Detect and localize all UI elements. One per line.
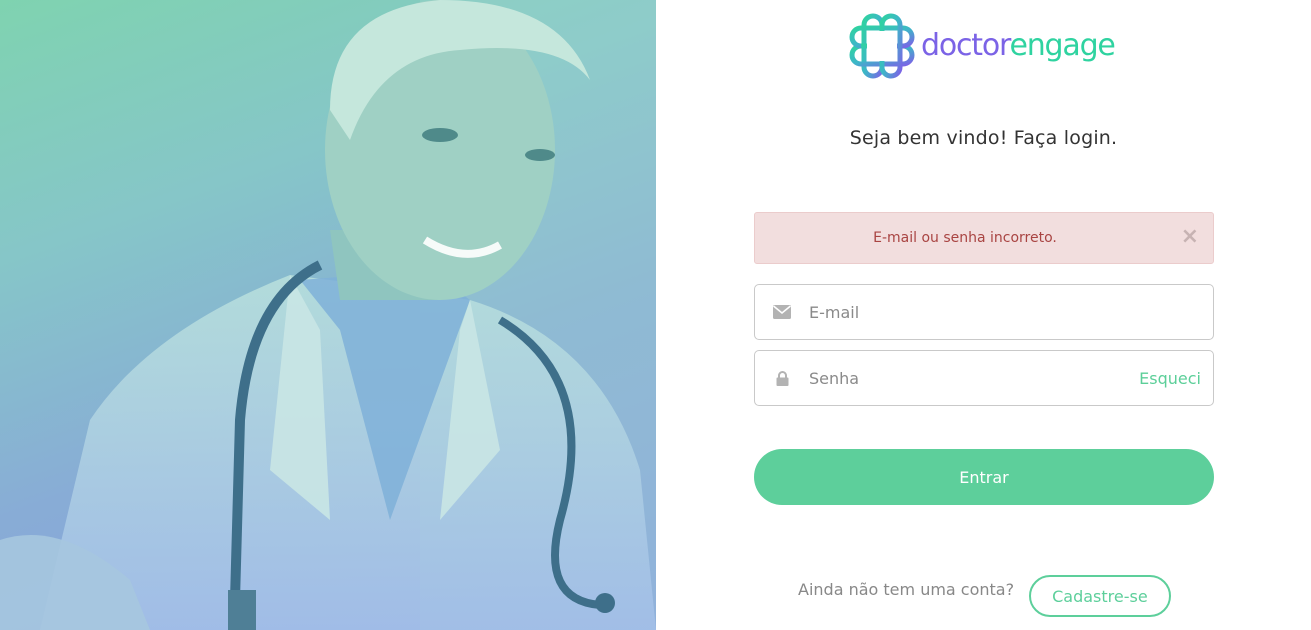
logo-word-engage: engage: [1009, 27, 1115, 63]
signup-question: Ainda não tem uma conta?: [798, 579, 1015, 599]
logo-wordmark: doctorengage: [921, 27, 1116, 63]
lock-icon: [755, 370, 809, 386]
error-alert: E-mail ou senha incorreto. ×: [754, 212, 1214, 264]
error-message: E-mail ou senha incorreto.: [873, 230, 1057, 246]
email-input[interactable]: [809, 285, 1213, 339]
envelope-icon: [755, 305, 809, 319]
forgot-password-link[interactable]: Esqueci: [1139, 369, 1201, 388]
alert-close-button[interactable]: ×: [1181, 226, 1199, 248]
login-button[interactable]: Entrar: [754, 449, 1214, 505]
doctor-illustration: [0, 0, 656, 630]
hero-image: [0, 0, 656, 630]
password-input[interactable]: [809, 351, 1140, 405]
logo-cross-icon: [849, 13, 915, 79]
signup-button[interactable]: Cadastre-se: [1029, 575, 1171, 617]
signup-row: Ainda não tem uma conta? Cadastre-se: [798, 575, 1171, 617]
brand-logo: doctorengage: [849, 13, 1116, 79]
login-panel: doctorengage Seja bem vindo! Faça login.…: [656, 0, 1311, 630]
password-field: Esqueci: [754, 350, 1214, 406]
email-field: [754, 284, 1214, 340]
welcome-heading: Seja bem vindo! Faça login.: [849, 127, 1118, 149]
logo-word-doctor: doctor: [921, 27, 1011, 63]
